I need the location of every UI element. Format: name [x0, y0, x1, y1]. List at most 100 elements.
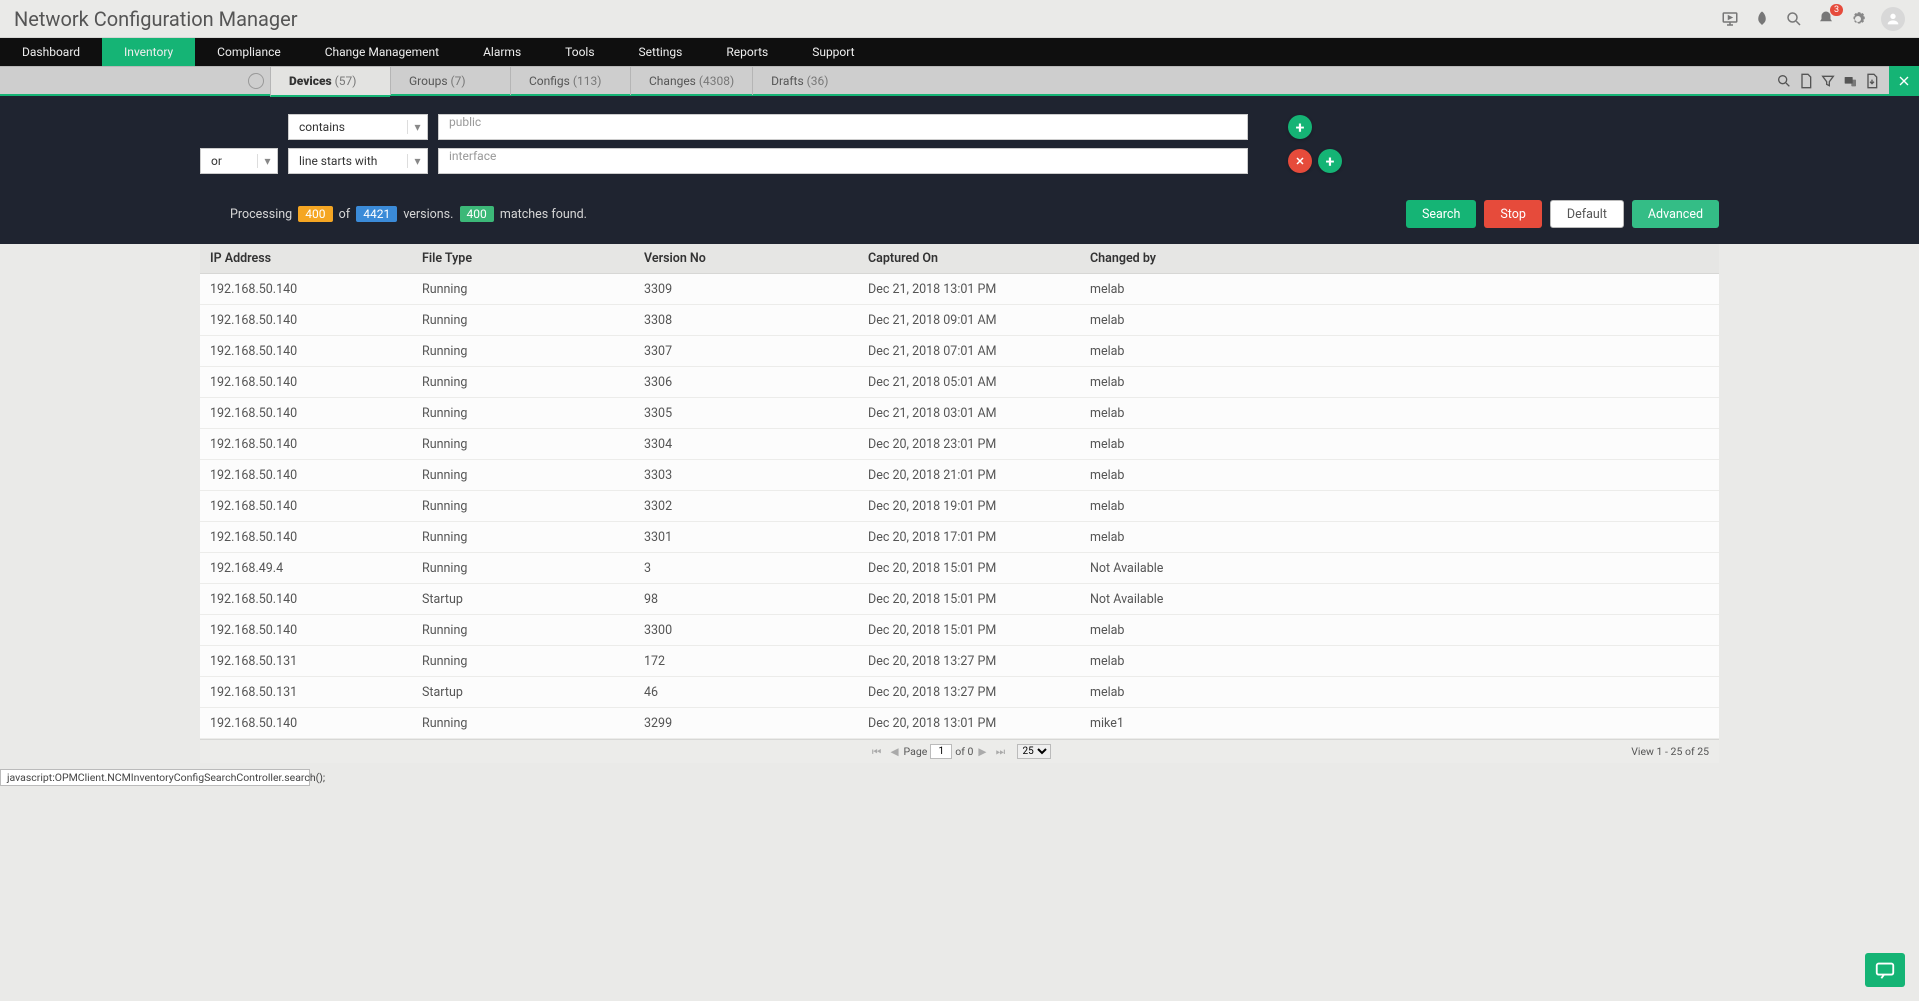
device-icon[interactable] — [1842, 73, 1858, 89]
close-panel-button[interactable] — [1889, 66, 1919, 96]
table-row[interactable]: 192.168.50.140Startup98Dec 20, 2018 15:0… — [200, 584, 1719, 615]
nav-reports[interactable]: Reports — [704, 38, 790, 66]
cell-version: 3303 — [644, 468, 868, 483]
cell-captured: Dec 20, 2018 17:01 PM — [868, 530, 1090, 545]
nav-dashboard[interactable]: Dashboard — [0, 38, 102, 66]
cell-changedby: melab — [1090, 468, 1719, 483]
table-row[interactable]: 192.168.50.140Running3306Dec 21, 2018 05… — [200, 367, 1719, 398]
join-select[interactable]: or▾ — [200, 148, 278, 174]
cell-filetype: Running — [422, 530, 644, 545]
page-of: of 0 — [955, 745, 973, 758]
nav-compliance[interactable]: Compliance — [195, 38, 303, 66]
avatar[interactable] — [1881, 7, 1905, 31]
export-icon[interactable] — [1864, 73, 1880, 89]
table-row[interactable]: 192.168.50.140Running3301Dec 20, 2018 17… — [200, 522, 1719, 553]
default-button[interactable]: Default — [1550, 200, 1624, 228]
advanced-button[interactable]: Advanced — [1632, 200, 1719, 228]
pager-prev-icon[interactable]: ◀ — [888, 745, 902, 758]
table-row[interactable]: 192.168.50.140Running3302Dec 20, 2018 19… — [200, 491, 1719, 522]
cell-filetype: Startup — [422, 685, 644, 700]
cell-ip: 192.168.50.140 — [200, 592, 422, 607]
subtab-drafts[interactable]: Drafts (36) — [752, 67, 872, 95]
pager-last-icon[interactable]: ⏭ — [993, 745, 1007, 759]
filter-icon[interactable] — [1820, 73, 1836, 89]
subtab-groups[interactable]: Groups (7) — [390, 67, 510, 95]
table-row[interactable]: 192.168.50.140Running3307Dec 21, 2018 07… — [200, 336, 1719, 367]
table-row[interactable]: 192.168.50.131Startup46Dec 20, 2018 13:2… — [200, 677, 1719, 708]
pdf-icon[interactable] — [1798, 73, 1814, 89]
add-filter-button[interactable]: + — [1288, 115, 1312, 139]
pager-view-label: View 1 - 25 of 25 — [1631, 745, 1709, 758]
cell-version: 3301 — [644, 530, 868, 545]
cell-filetype: Running — [422, 716, 644, 731]
cell-ip: 192.168.50.140 — [200, 530, 422, 545]
cell-captured: Dec 20, 2018 13:27 PM — [868, 685, 1090, 700]
nav-tools[interactable]: Tools — [543, 38, 616, 66]
col-ip[interactable]: IP Address — [200, 251, 422, 266]
table-row[interactable]: 192.168.50.140Running3308Dec 21, 2018 09… — [200, 305, 1719, 336]
cell-captured: Dec 20, 2018 13:01 PM — [868, 716, 1090, 731]
stop-button[interactable]: Stop — [1484, 200, 1542, 228]
table-row[interactable]: 192.168.50.140Running3300Dec 20, 2018 15… — [200, 615, 1719, 646]
col-changedby[interactable]: Changed by — [1090, 251, 1719, 266]
cell-filetype: Running — [422, 468, 644, 483]
filter-value-input[interactable]: interface — [438, 148, 1248, 174]
table-row[interactable]: 192.168.50.131Running172Dec 20, 2018 13:… — [200, 646, 1719, 677]
cell-filetype: Running — [422, 623, 644, 638]
cell-captured: Dec 20, 2018 15:01 PM — [868, 561, 1090, 576]
cell-ip: 192.168.50.131 — [200, 685, 422, 700]
app-title: Network Configuration Manager — [14, 7, 298, 31]
search-icon[interactable] — [1776, 73, 1792, 89]
table-row[interactable]: 192.168.50.140Running3303Dec 20, 2018 21… — [200, 460, 1719, 491]
cell-changedby: melab — [1090, 685, 1719, 700]
nav-change-management[interactable]: Change Management — [303, 38, 461, 66]
cell-version: 3304 — [644, 437, 868, 452]
table-row[interactable]: 192.168.50.140Running3309Dec 21, 2018 13… — [200, 274, 1719, 305]
cell-ip: 192.168.50.140 — [200, 716, 422, 731]
nav-inventory[interactable]: Inventory — [102, 38, 195, 66]
cell-changedby: Not Available — [1090, 561, 1719, 576]
chat-button[interactable] — [1865, 953, 1905, 987]
cell-filetype: Running — [422, 344, 644, 359]
page-size-select[interactable]: 25 — [1017, 744, 1051, 759]
search-button[interactable]: Search — [1406, 200, 1476, 228]
cell-version: 98 — [644, 592, 868, 607]
cell-version: 3306 — [644, 375, 868, 390]
cell-changedby: melab — [1090, 375, 1719, 390]
add-filter-button[interactable]: + — [1318, 149, 1342, 173]
page-input[interactable] — [930, 744, 952, 759]
cell-version: 3309 — [644, 282, 868, 297]
operator-select[interactable]: line starts with▾ — [288, 148, 428, 174]
nav-alarms[interactable]: Alarms — [461, 38, 543, 66]
cell-version: 3308 — [644, 313, 868, 328]
search-icon[interactable] — [1785, 10, 1803, 28]
nav-settings[interactable]: Settings — [617, 38, 705, 66]
table-row[interactable]: 192.168.50.140Running3299Dec 20, 2018 13… — [200, 708, 1719, 739]
col-captured[interactable]: Captured On — [868, 251, 1090, 266]
subtab-devices[interactable]: Devices (57) — [270, 67, 390, 97]
col-filetype[interactable]: File Type — [422, 251, 644, 266]
select-all-circle[interactable] — [242, 73, 270, 89]
cell-captured: Dec 21, 2018 09:01 AM — [868, 313, 1090, 328]
col-version[interactable]: Version No — [644, 251, 868, 266]
gear-icon[interactable] — [1849, 10, 1867, 28]
table-row[interactable]: 192.168.50.140Running3305Dec 21, 2018 03… — [200, 398, 1719, 429]
subtab-changes[interactable]: Changes (4308) — [630, 67, 752, 95]
cell-filetype: Running — [422, 375, 644, 390]
pager-next-icon[interactable]: ▶ — [975, 745, 989, 758]
operator-select[interactable]: contains▾ — [288, 114, 428, 140]
rocket-icon[interactable] — [1753, 10, 1771, 28]
presentation-icon[interactable] — [1721, 10, 1739, 28]
table-row[interactable]: 192.168.49.4Running3Dec 20, 2018 15:01 P… — [200, 553, 1719, 584]
cell-version: 3302 — [644, 499, 868, 514]
nav-support[interactable]: Support — [790, 38, 876, 66]
subtab-configs[interactable]: Configs (113) — [510, 67, 630, 95]
cell-captured: Dec 20, 2018 19:01 PM — [868, 499, 1090, 514]
bell-icon[interactable]: 3 — [1817, 10, 1835, 28]
remove-filter-button[interactable] — [1288, 149, 1312, 173]
cell-version: 3305 — [644, 406, 868, 421]
table-row[interactable]: 192.168.50.140Running3304Dec 20, 2018 23… — [200, 429, 1719, 460]
results-table: IP Address File Type Version No Captured… — [200, 244, 1719, 739]
filter-value-input[interactable]: public — [438, 114, 1248, 140]
pager-first-icon[interactable]: ⏮ — [870, 745, 884, 759]
